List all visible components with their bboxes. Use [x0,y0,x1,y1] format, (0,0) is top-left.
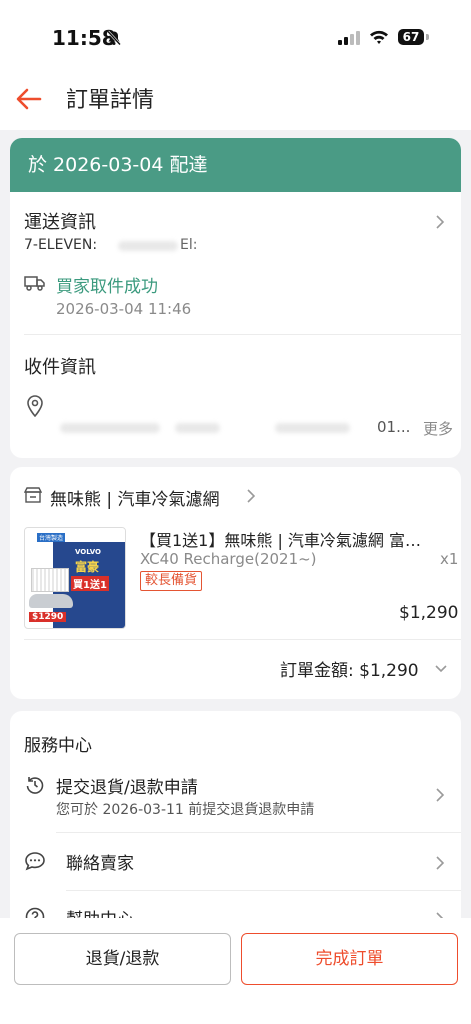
delivery-banner: 於 2026-03-04 配達 [10,138,461,192]
thumbnail-promo: 買1送1 [71,576,109,591]
page-title: 訂單詳情 [66,88,155,113]
chat-icon [25,852,45,871]
return-icon [26,777,44,794]
redacted-store-name [118,241,178,251]
product-card: 無味熊 | 汽車冷氣濾網 台灣製造 VOLVO 富豪 買1送1 $1290 【買… [10,467,461,699]
battery-tip [426,34,429,40]
order-total: 訂單金額: $1,290 [280,661,419,681]
recipient-info-row[interactable]: 收件資訊 01... 更多 [10,335,461,458]
thumbnail-price: $1290 [29,612,67,622]
product-variant: XC40 Recharge(2021~) [140,550,317,568]
shipping-info-row[interactable]: 運送資訊 7-ELEVEN: El: 買家取件成功 2026-03-04 11:… [10,192,461,334]
product-item[interactable]: 台灣製造 VOLVO 富豪 買1送1 $1290 【買1送1】無味熊 | 汽車冷… [10,467,461,637]
product-thumbnail: 台灣製造 VOLVO 富豪 買1送1 $1290 [24,527,126,629]
service-item-contact-seller[interactable]: 聯絡賣家 [10,833,461,889]
redacted-address-1 [60,423,160,433]
service-center-title: 服務中心 [24,736,92,756]
chevron-right-icon [436,856,445,870]
delivery-card: 於 2026-03-04 配達 運送資訊 7-ELEVEN: El: 買家取件成… [10,138,461,458]
service-item-label: 提交退貨/退款申請 [56,778,198,798]
shipping-store: 7-ELEVEN: [24,237,98,253]
redacted-address-2 [175,423,220,433]
order-total-row[interactable]: 訂單金額: $1,290 [10,640,461,699]
location-pin-icon [27,395,43,417]
service-item-return[interactable]: 提交退貨/退款申請 您可於 2026-03-11 前提交退貨退款申請 [10,767,461,831]
cellular-signal-icon [338,31,360,45]
chevron-right-icon [436,788,445,802]
more-link[interactable]: 更多 [423,418,453,439]
status-bar: 11:58 67 [0,0,471,74]
return-refund-button[interactable]: 退貨/退款 [14,933,231,985]
pickup-time: 2026-03-04 11:46 [56,300,192,318]
thumbnail-badge: 台灣製造 [37,533,66,542]
complete-order-button[interactable]: 完成訂單 [241,933,458,985]
wifi-icon [370,30,388,44]
nav-bar: 訂單詳情 [0,74,471,130]
thumbnail-filter [31,568,69,592]
redacted-address-3 [275,423,350,433]
product-title: 【買1送1】無味熊 | 汽車冷氣濾網 富… [140,531,422,550]
back-arrow-icon[interactable] [14,84,44,114]
chevron-right-icon [436,215,445,229]
thumbnail-brand: VOLVO [75,548,101,556]
product-price: $1,290 [399,603,459,623]
store-name-fragment: El: [180,237,198,253]
shipping-info-title: 運送資訊 [24,212,96,233]
product-quantity: x1 [440,550,459,568]
chevron-down-icon [435,665,447,673]
thumbnail-car [29,594,73,608]
address-tail: 01... [377,418,411,436]
truck-icon [24,276,45,291]
recipient-info-title: 收件資訊 [24,357,96,378]
service-item-label: 聯絡賣家 [66,854,134,874]
preorder-tag: 較長備貨 [140,571,203,591]
service-card: 服務中心 提交退貨/退款申請 您可於 2026-03-11 前提交退貨退款申請 … [10,711,461,941]
pickup-status: 買家取件成功 [56,277,158,297]
return-deadline-note: 您可於 2026-03-11 前提交退貨退款申請 [56,802,315,818]
thumbnail-headline: 富豪 [75,560,100,574]
battery-icon: 67 [398,29,424,45]
mute-bell-icon [107,30,121,46]
